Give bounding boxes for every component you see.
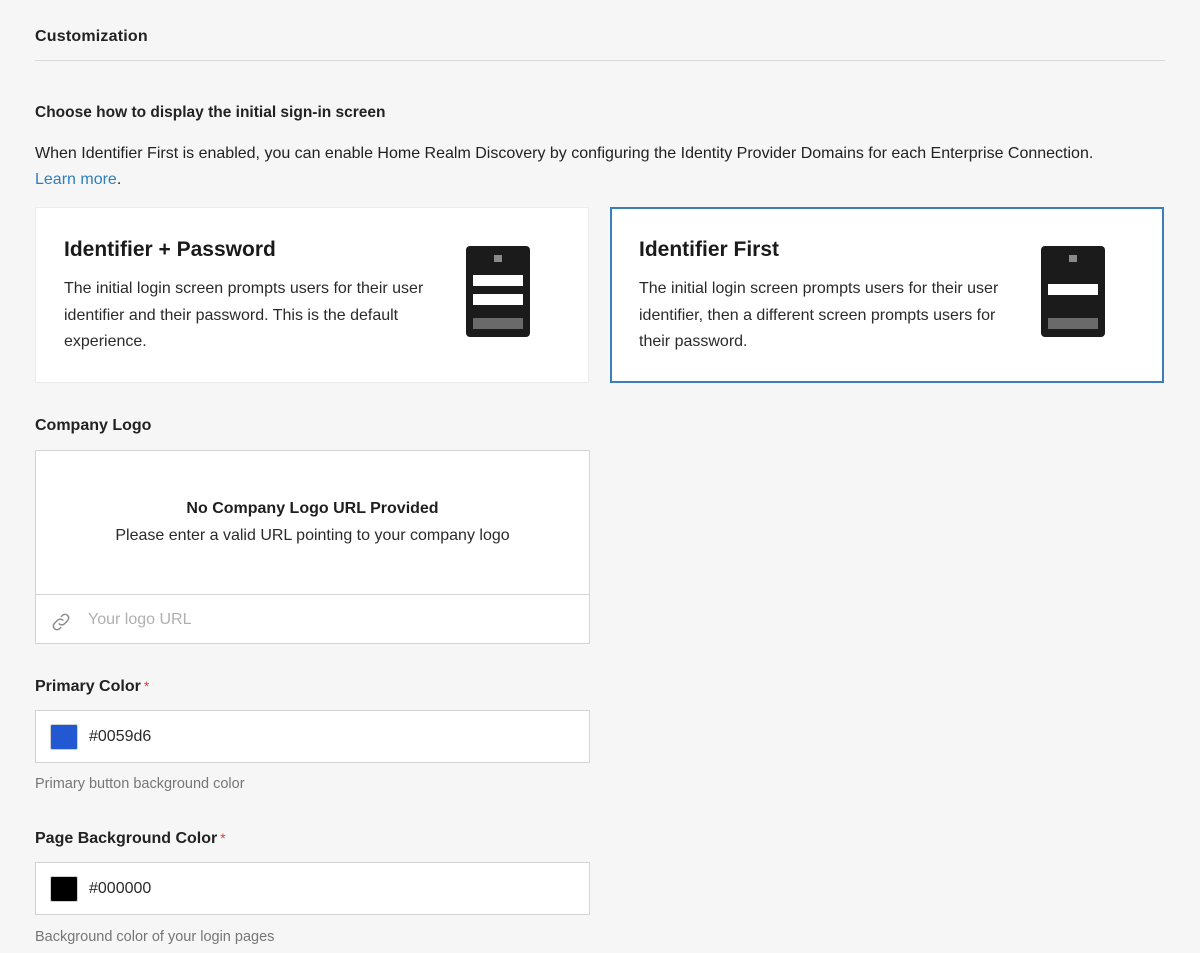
logo-dot xyxy=(494,255,502,262)
signin-description: When Identifier First is enabled, you ca… xyxy=(35,141,1185,193)
option-title: Identifier + Password xyxy=(64,238,276,261)
login-form-two-fields-icon xyxy=(466,246,530,337)
page-background-label: Page Background Color * xyxy=(35,830,226,848)
learn-more-suffix: . xyxy=(116,171,122,188)
primary-color-label-text: Primary Color xyxy=(35,678,141,695)
primary-color-swatch[interactable] xyxy=(50,724,78,750)
signin-description-text: When Identifier First is enabled, you ca… xyxy=(35,145,1094,162)
submit-button-bar xyxy=(1048,318,1098,329)
login-form-one-field-icon xyxy=(1041,246,1105,337)
page-background-help: Background color of your login pages xyxy=(35,929,275,945)
option-description: The initial login screen prompts users f… xyxy=(639,280,999,350)
learn-more-link[interactable]: Learn more xyxy=(35,171,117,188)
identifier-field-bar xyxy=(473,275,523,286)
company-logo-box: No Company Logo URL Provided Please ente… xyxy=(35,450,590,644)
option-identifier-password[interactable]: Identifier + Password The initial login … xyxy=(35,207,589,383)
page-background-swatch[interactable] xyxy=(50,876,78,902)
link-icon xyxy=(52,613,70,631)
page-background-input[interactable] xyxy=(89,874,569,904)
logo-url-input[interactable] xyxy=(88,605,568,635)
primary-color-label: Primary Color * xyxy=(35,678,149,696)
submit-button-bar xyxy=(473,318,523,329)
section-divider xyxy=(35,60,1165,61)
password-field-bar xyxy=(473,294,523,305)
logo-dot xyxy=(1069,255,1077,262)
required-mark: * xyxy=(143,678,150,694)
logo-empty-subtitle: Please enter a valid URL pointing to you… xyxy=(115,527,510,544)
option-identifier-first[interactable]: Identifier First The initial login scree… xyxy=(610,207,1164,383)
section-title: Customization xyxy=(35,28,148,45)
primary-color-field xyxy=(35,710,590,763)
primary-color-help: Primary button background color xyxy=(35,776,245,792)
company-logo-label: Company Logo xyxy=(35,417,152,434)
option-description: The initial login screen prompts users f… xyxy=(64,280,424,350)
logo-empty-title: No Company Logo URL Provided xyxy=(186,500,439,517)
primary-color-input[interactable] xyxy=(89,722,569,752)
identifier-field-bar xyxy=(1048,284,1098,295)
page-background-label-text: Page Background Color xyxy=(35,830,218,847)
option-title: Identifier First xyxy=(639,238,780,261)
required-mark: * xyxy=(220,830,226,846)
logo-box-separator xyxy=(36,594,589,595)
signin-heading: Choose how to display the initial sign-i… xyxy=(35,104,386,121)
page-background-field xyxy=(35,862,590,915)
